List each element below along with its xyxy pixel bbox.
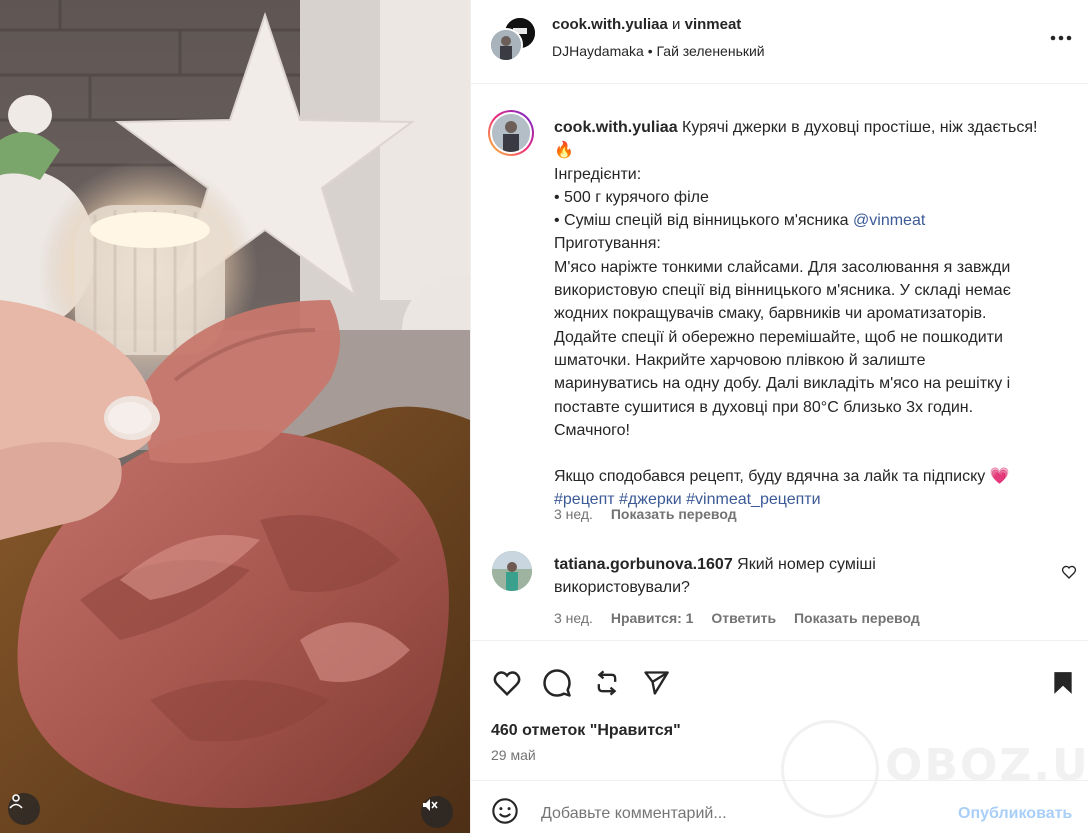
caption-line: • 500 г курячого філе <box>554 188 709 206</box>
avatar-image <box>492 114 530 152</box>
post-authors: cook.with.yuliaa и vinmeat <box>552 16 741 33</box>
caption-line: Курячі джерки в духовці простіше, ніж зд… <box>682 119 1038 136</box>
caption-avatar[interactable] <box>488 110 534 156</box>
mention-link[interactable]: @vinmeat <box>853 212 925 229</box>
send-icon <box>644 671 669 695</box>
repost-button[interactable] <box>591 667 623 699</box>
comment-bubble-icon <box>543 669 571 697</box>
more-dots-icon <box>1050 35 1072 41</box>
avatar-cook-with-yuliaa[interactable] <box>489 28 523 62</box>
authors-conjunction: и <box>672 16 681 33</box>
save-button[interactable] <box>1047 667 1079 699</box>
emoji-icon <box>492 798 518 824</box>
heart-icon <box>1061 565 1077 579</box>
translate-comment-button[interactable]: Показать перевод <box>794 610 920 626</box>
comment-button[interactable] <box>541 667 573 699</box>
caption-line: Якщо сподобався рецепт, буду вдячна за л… <box>554 468 1010 486</box>
post-viewer: cook.with.yuliaa и vinmeat DJHaydamaka •… <box>0 0 1088 833</box>
comment-text: Який номер суміші <box>737 556 876 573</box>
post-panel: cook.with.yuliaa и vinmeat DJHaydamaka •… <box>470 0 1088 833</box>
mute-button[interactable] <box>421 796 453 828</box>
reply-button[interactable]: Ответить <box>711 610 776 626</box>
caption-line: жодних покращувачів смаку, барвників чи … <box>554 305 987 323</box>
author-link-primary[interactable]: cook.with.yuliaa <box>552 16 668 33</box>
send-button[interactable] <box>640 667 672 699</box>
caption-line: маринуватись на одну добу. Далі викладіт… <box>554 375 1011 393</box>
caption-line: Приготування: <box>554 235 661 253</box>
caption-line: Смачного! <box>554 421 630 439</box>
caption-line: Інгредієнти: <box>554 165 642 183</box>
speaker-muted-icon <box>423 799 438 811</box>
bookmark-icon <box>1054 672 1072 694</box>
comments-section[interactable]: cook.with.yuliaa Курячі джерки в духовці… <box>471 84 1088 640</box>
likes-count[interactable]: 460 отметок "Нравится" <box>491 722 681 740</box>
caption-line: 🔥 <box>554 142 574 160</box>
publish-button[interactable]: Опубликовать <box>958 805 1072 823</box>
add-comment-bar: Опубликовать <box>471 780 1088 834</box>
author-link-secondary[interactable]: vinmeat <box>685 16 742 33</box>
repost-icon <box>597 670 617 696</box>
comment-likes-count[interactable]: Нравится: 1 <box>611 610 694 626</box>
post-photo <box>0 0 470 833</box>
post-header: cook.with.yuliaa и vinmeat DJHaydamaka •… <box>471 0 1088 84</box>
user-tag-button[interactable] <box>8 793 40 825</box>
comment-meta: 3 нед. Нравится: 1 Ответить Показать пер… <box>554 610 934 626</box>
caption-meta: 3 нед. Показать перевод <box>554 506 751 522</box>
post-caption: cook.with.yuliaa Курячі джерки в духовці… <box>554 116 1074 512</box>
caption-line: М'ясо наріжте тонкими слайсами. Для засо… <box>554 258 1011 276</box>
caption-line: поставте сушитися в духовці при 80°C бли… <box>554 398 974 416</box>
more-options-button[interactable] <box>1047 28 1075 48</box>
translate-caption-button[interactable]: Показать перевод <box>611 506 737 522</box>
post-date[interactable]: 29 май <box>491 747 536 763</box>
caption-line: • Суміш спецій від вінницького м'ясника <box>554 212 854 230</box>
comment-avatar[interactable] <box>492 551 532 591</box>
comment-text: використовували? <box>554 578 690 596</box>
heart-icon <box>493 671 521 697</box>
audio-link[interactable]: DJHaydamaka • Гай зелененький <box>552 43 765 59</box>
emoji-button[interactable] <box>491 797 521 827</box>
caption-line: шматочки. Накрийте харчовою плівкою й за… <box>554 351 926 369</box>
comment-like-button[interactable] <box>1061 564 1077 585</box>
post-media[interactable] <box>0 0 470 833</box>
caption-time[interactable]: 3 нед. <box>554 506 593 522</box>
like-button[interactable] <box>491 667 523 699</box>
caption-line: використовую спеції від вінницького м'яс… <box>554 282 1011 300</box>
comment-body: tatiana.gorbunova.1607 Який номер суміші… <box>554 554 994 599</box>
avatar-image <box>491 30 521 60</box>
avatar-image <box>492 551 532 591</box>
comment-time[interactable]: 3 нед. <box>554 610 593 626</box>
caption-line: Додайте спеції й обережно перемішайте, щ… <box>554 328 1003 346</box>
collab-avatars[interactable] <box>489 16 537 62</box>
user-tag-icon <box>9 794 23 809</box>
comment-input[interactable] <box>541 805 901 823</box>
caption-username[interactable]: cook.with.yuliaa <box>554 119 678 136</box>
comment-username[interactable]: tatiana.gorbunova.1607 <box>554 556 733 573</box>
